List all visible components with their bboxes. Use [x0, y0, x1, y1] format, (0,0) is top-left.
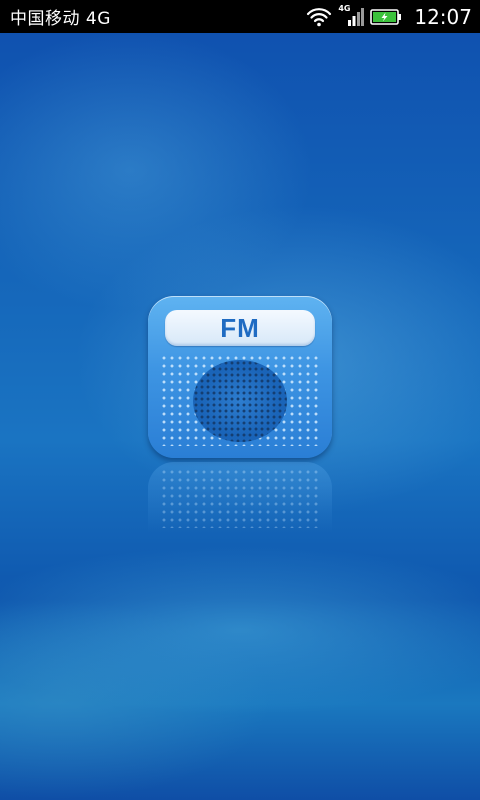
carrier-label: 中国移动 4G — [10, 9, 111, 29]
status-bar: 中国移动 4G 4G 12:07 — [0, 0, 480, 33]
speaker-icon — [193, 360, 287, 442]
app-icon-reflection — [148, 462, 332, 532]
splash-screen: 中国移动 4G 4G 12:07 FM — [0, 0, 480, 800]
fm-label-plate: FM — [165, 310, 315, 346]
battery-charging-icon — [370, 8, 402, 26]
reflection-grille — [160, 468, 320, 528]
cell-signal-icon: 4G — [338, 4, 365, 28]
status-clock: 12:07 — [414, 4, 472, 29]
wifi-icon — [306, 7, 332, 27]
fm-label: FM — [220, 312, 260, 343]
fm-radio-app-icon: FM — [148, 296, 332, 458]
status-icons: 4G 12:07 — [306, 4, 472, 29]
